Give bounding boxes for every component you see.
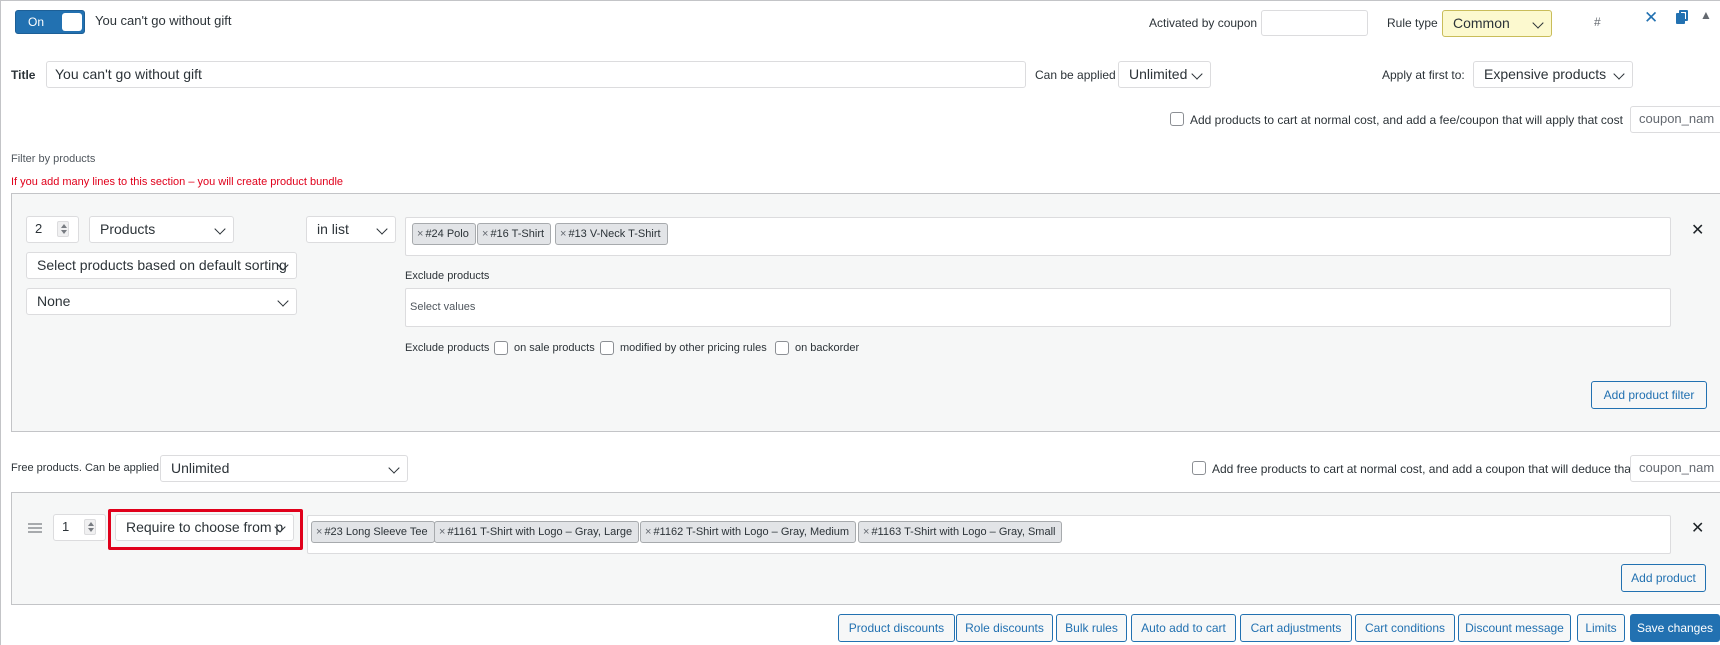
remove-free-product-icon[interactable]: ✕ <box>1691 518 1704 538</box>
on-sale-label: on sale products <box>514 342 595 354</box>
product-tag-label: #13 V-Neck T-Shirt <box>568 228 661 240</box>
apply-first-label: Apply at first to: <box>1382 68 1465 82</box>
free-products-tagbox[interactable]: × #23 Long Sleeve Tee × #1161 T-Shirt with… <box>307 515 1671 554</box>
activated-by-coupon-input[interactable] <box>1261 10 1368 36</box>
chevron-down-icon <box>1532 17 1544 29</box>
product-tag[interactable]: × #23 Long Sleeve Tee <box>311 521 435 543</box>
product-discounts-button[interactable]: Product discounts <box>838 614 955 642</box>
sorting-select[interactable]: Select products based on default sorting <box>26 252 297 279</box>
free-products-label: Free products. Can be applied <box>11 462 159 474</box>
product-tag[interactable]: × #13 V-Neck T-Shirt <box>555 223 668 245</box>
copy-icon[interactable] <box>1676 10 1688 24</box>
limits-button[interactable]: Limits <box>1577 614 1625 642</box>
auto-add-to-cart-button[interactable]: Auto add to cart <box>1131 614 1236 642</box>
fee-coupon-input[interactable]: coupon_nam <box>1630 106 1720 133</box>
exclude-options-label: Exclude products <box>405 342 490 354</box>
product-tag[interactable]: × #1161 T-Shirt with Logo – Gray, Large <box>434 521 640 543</box>
product-tag[interactable]: × #24 Polo <box>412 223 476 245</box>
backorder-checkbox[interactable] <box>775 341 789 355</box>
rule-type-value: Common <box>1453 15 1510 31</box>
filter-method-select[interactable]: in list <box>306 216 396 243</box>
modified-checkbox[interactable] <box>600 341 614 355</box>
add-fee-checkbox[interactable] <box>1170 112 1184 126</box>
filter-heading: Filter by products <box>11 153 96 165</box>
toggle-knob <box>62 13 82 31</box>
sorting-value: Select products based on default sorting <box>37 257 287 273</box>
role-discounts-button[interactable]: Role discounts <box>956 614 1053 642</box>
can-be-applied-value: Unlimited <box>1129 66 1188 82</box>
add-free-checkbox[interactable] <box>1192 461 1206 475</box>
drag-handle-icon[interactable] <box>28 523 42 533</box>
product-tag[interactable]: × #16 T-Shirt <box>477 223 552 245</box>
product-tag[interactable]: × #1162 T-Shirt with Logo – Gray, Medium <box>640 521 857 543</box>
chevron-down-icon <box>214 223 226 235</box>
product-tag-label: #16 T-Shirt <box>490 228 545 240</box>
add-free-label: Add free products to cart at normal cost… <box>1212 462 1660 476</box>
can-be-applied-label: Can be applied <box>1035 68 1116 82</box>
apply-first-select[interactable]: Expensive products <box>1473 61 1633 88</box>
on-sale-checkbox[interactable] <box>494 341 508 355</box>
rule-type-label: Rule type <box>1387 16 1438 30</box>
add-product-filter-button[interactable]: Add product filter <box>1591 381 1707 409</box>
filter-products-tagbox[interactable]: × #24 Polo × #16 T-Shirt × #13 V-Neck T-Shi… <box>405 217 1671 256</box>
can-be-applied-select[interactable]: Unlimited <box>1118 61 1211 88</box>
qty-stepper-icon[interactable] <box>84 519 96 535</box>
qty-stepper-icon[interactable] <box>57 221 69 237</box>
close-icon[interactable]: ✕ <box>1644 8 1658 28</box>
free-qty-input[interactable]: 1 <box>53 514 106 541</box>
chevron-down-icon <box>376 223 388 235</box>
product-tag-label: #1162 T-Shirt with Logo – Gray, Medium <box>653 526 850 538</box>
chevron-down-icon <box>388 462 400 474</box>
remove-filter-icon[interactable]: ✕ <box>1691 220 1704 240</box>
free-can-be-applied-value: Unlimited <box>171 460 230 476</box>
none-value: None <box>37 293 71 309</box>
modified-label: modified by other pricing rules <box>620 342 767 354</box>
chevron-down-icon <box>277 295 289 307</box>
filter-type-select[interactable]: Products <box>89 216 234 243</box>
product-tag-label: #23 Long Sleeve Tee <box>324 526 428 538</box>
chevron-down-icon <box>1613 68 1625 80</box>
free-qty-value: 1 <box>62 519 70 534</box>
save-changes-button[interactable]: Save changes <box>1630 614 1720 642</box>
filter-qty-value: 2 <box>35 221 43 236</box>
activated-by-coupon-label: Activated by coupon <box>1149 16 1258 30</box>
product-tag-label: #24 Polo <box>425 228 469 240</box>
rule-type-select[interactable]: Common <box>1442 10 1552 37</box>
bulk-rules-button[interactable]: Bulk rules <box>1056 614 1127 642</box>
cart-conditions-button[interactable]: Cart conditions <box>1355 614 1455 642</box>
product-tag[interactable]: × #1163 T-Shirt with Logo – Gray, Small <box>858 521 1063 543</box>
backorder-label: on backorder <box>795 342 860 354</box>
toggle-label: On <box>28 15 45 29</box>
title-label: Title <box>11 68 36 82</box>
exclude-products-label: Exclude products <box>405 270 490 282</box>
free-coupon-input[interactable]: coupon_nam <box>1630 455 1720 482</box>
collapse-icon[interactable]: ▲ <box>1700 8 1712 22</box>
add-product-button[interactable]: Add product <box>1621 564 1706 592</box>
filter-method-value: in list <box>317 221 349 237</box>
enabled-toggle[interactable]: On <box>15 10 85 34</box>
product-tag-label: #1161 T-Shirt with Logo – Gray, Large <box>447 526 633 538</box>
title-input[interactable]: You can't go without gift <box>46 61 1026 88</box>
discount-message-button[interactable]: Discount message <box>1458 614 1571 642</box>
exclude-placeholder: Select values <box>410 301 476 313</box>
bundle-warning: If you add many lines to this section – … <box>11 176 344 188</box>
selection-highlight <box>108 509 303 550</box>
chevron-down-icon <box>1191 68 1203 80</box>
cart-adjustments-button[interactable]: Cart adjustments <box>1240 614 1352 642</box>
exclude-products-input[interactable]: Select values <box>405 288 1671 327</box>
rule-number: # <box>1594 15 1601 29</box>
filter-type-value: Products <box>100 221 156 237</box>
apply-first-value: Expensive products <box>1484 66 1607 82</box>
none-select[interactable]: None <box>26 288 297 315</box>
rule-name: You can't go without gift <box>95 13 232 28</box>
filter-qty-input[interactable]: 2 <box>26 216 79 243</box>
free-can-be-applied-select[interactable]: Unlimited <box>160 455 408 482</box>
add-fee-label: Add products to cart at normal cost, and… <box>1190 113 1623 127</box>
product-tag-label: #1163 T-Shirt with Logo – Gray, Small <box>871 526 1056 538</box>
